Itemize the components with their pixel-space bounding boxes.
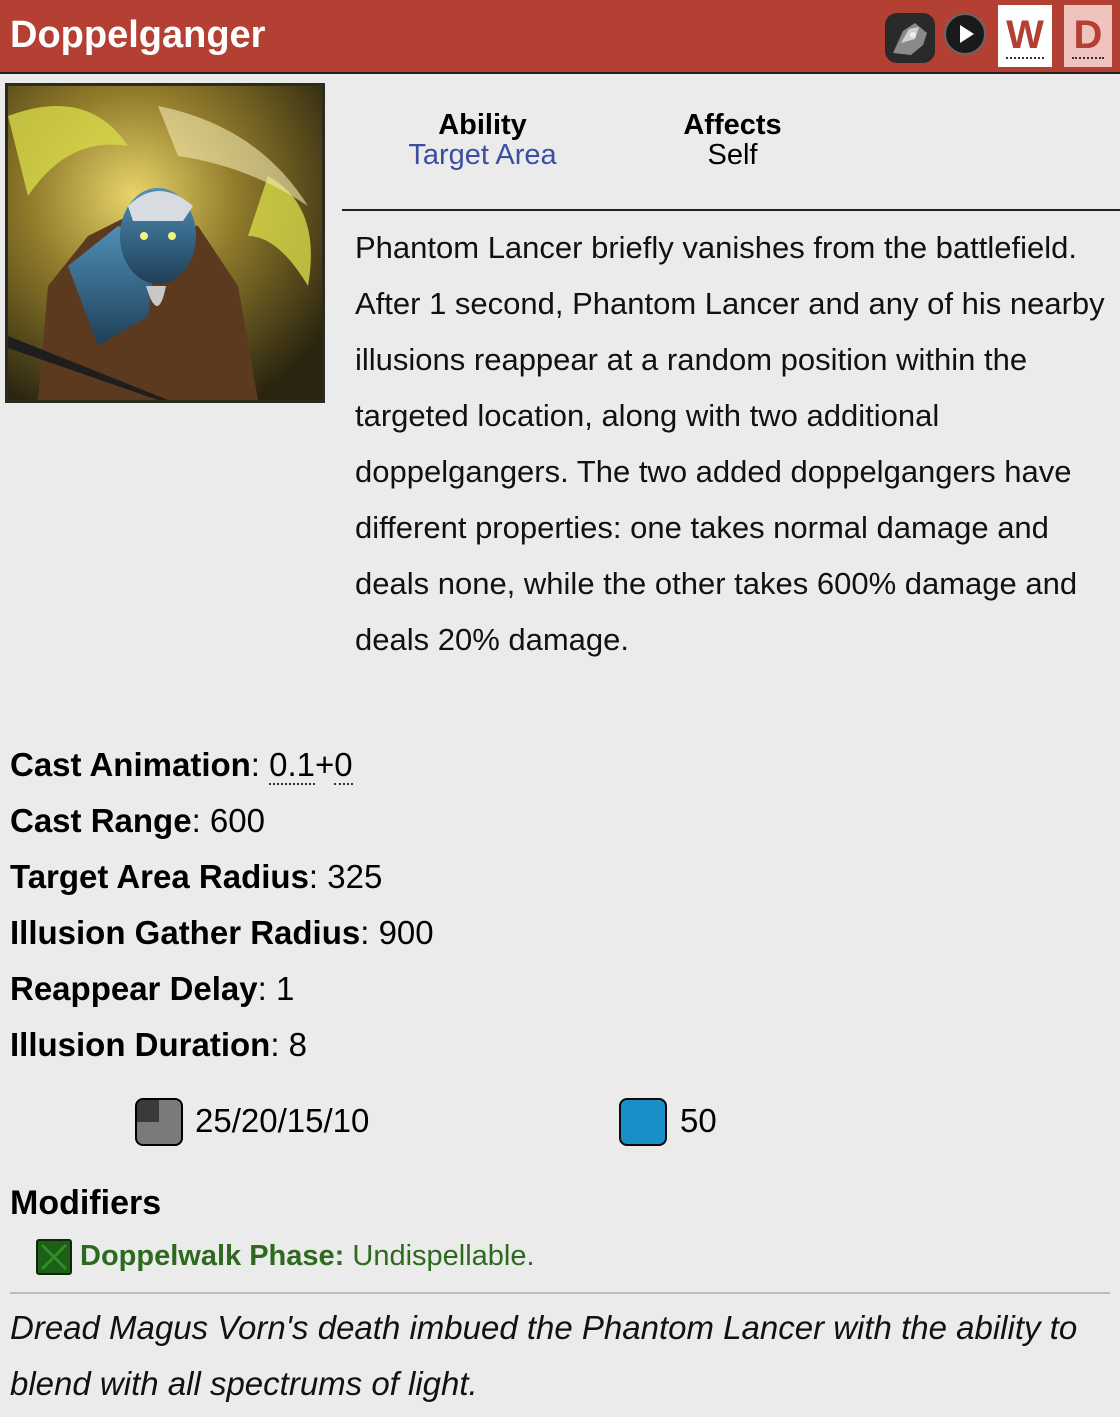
modifiers-heading: Modifiers (10, 1184, 162, 1222)
stat-label: Target Area Radius (10, 858, 309, 895)
stat-target-area-radius: Target Area Radius: 325 (10, 858, 383, 895)
cast-point-value[interactable]: 0.1 (269, 746, 316, 785)
mana-cost-value: 50 (680, 1102, 717, 1139)
divider (342, 209, 1120, 211)
w-label: W (1006, 13, 1044, 57)
d-underline (1072, 57, 1104, 59)
modifier-icon (36, 1239, 72, 1276)
modifier-name: Doppelwalk Phase: (80, 1240, 345, 1272)
wiki-d-button[interactable]: D (1064, 5, 1112, 67)
stat-value: 1 (275, 970, 295, 1007)
cooldown-value: 25/20/15/10 (195, 1102, 370, 1139)
affects-value: Self (707, 139, 758, 171)
ability-type-label: Ability (438, 109, 527, 141)
ability-type-value[interactable]: Target Area (405, 140, 560, 170)
ability-costs: 25/20/15/10 50 (0, 1095, 1120, 1147)
d-label: D (1073, 13, 1103, 57)
stat-cast-range: Cast Range: 600 (10, 802, 265, 839)
cast-backswing-value[interactable]: 0 (334, 746, 353, 785)
stat-label: Reappear Delay (10, 970, 258, 1007)
play-icon[interactable] (944, 13, 986, 55)
ability-header: Doppelganger W D (0, 0, 1120, 74)
affects-label: Affects (683, 109, 782, 141)
stat-value: 325 (327, 858, 383, 895)
affects: Affects Self (660, 110, 805, 170)
hero-portrait-icon[interactable] (885, 13, 935, 63)
w-underline (1006, 57, 1044, 59)
ability-stats: Cast Animation: 0.1+0 Cast Range: 600 Ta… (10, 737, 434, 1073)
mana-icon (619, 1098, 667, 1146)
plus-sign: + (315, 746, 335, 783)
cooldown-icon (135, 1098, 183, 1146)
ability-type: Ability Target Area (405, 110, 560, 170)
stat-value: 8 (288, 1026, 308, 1063)
modifier-item: Doppelwalk Phase: Undispellable. (36, 1238, 535, 1278)
stat-value: 900 (378, 914, 434, 951)
stat-label: Cast Range (10, 802, 192, 839)
stat-label: Illusion Duration (10, 1026, 271, 1063)
ability-description: Phantom Lancer briefly vanishes from the… (355, 230, 1105, 657)
stat-value: 600 (209, 802, 265, 839)
ability-lore: Dread Magus Vorn's death imbued the Phan… (10, 1309, 1078, 1402)
stat-cast-animation: Cast Animation: 0.1+0 (10, 746, 353, 785)
stat-illusion-duration: Illusion Duration: 8 (10, 1026, 308, 1063)
modifier-desc: Undispellable. (352, 1240, 535, 1272)
stat-label: Illusion Gather Radius (10, 914, 361, 951)
wiki-w-button[interactable]: W (998, 5, 1052, 67)
doppelganger-ability-icon (5, 83, 325, 403)
stat-label: Cast Animation (10, 746, 251, 783)
ability-title: Doppelganger (10, 14, 266, 56)
lore-divider (10, 1292, 1110, 1294)
stat-illusion-gather-radius: Illusion Gather Radius: 900 (10, 914, 434, 951)
stat-reappear-delay: Reappear Delay: 1 (10, 970, 295, 1007)
